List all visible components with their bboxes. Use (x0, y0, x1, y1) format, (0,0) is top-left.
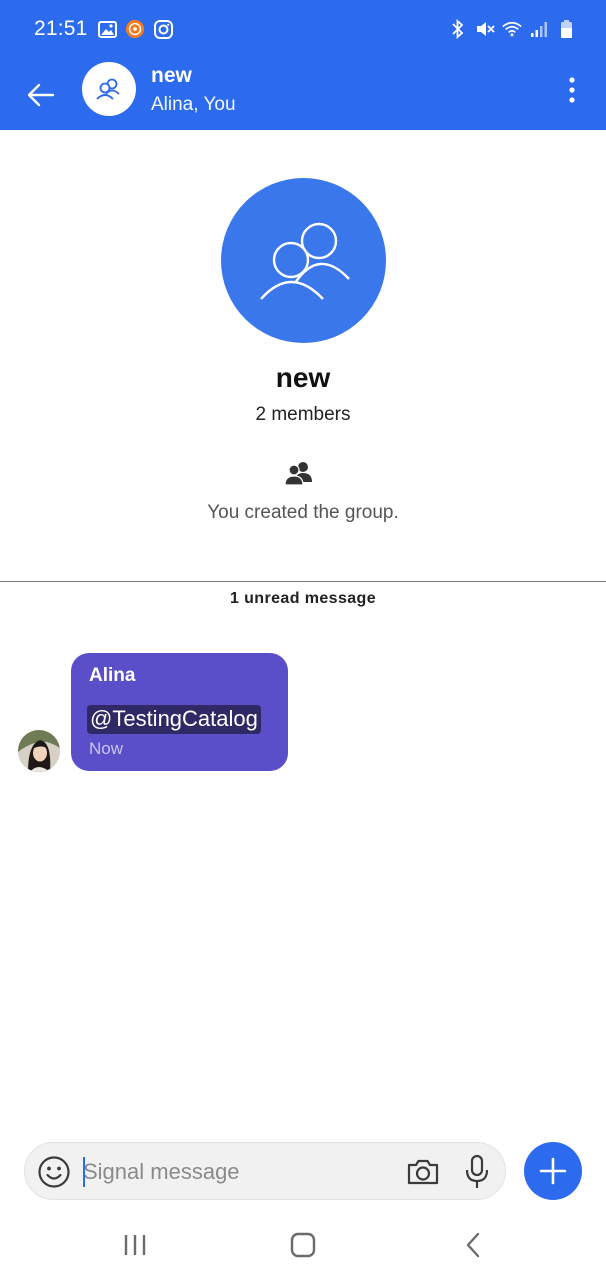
group-created-event: You created the group. (207, 502, 399, 523)
unread-divider-line (0, 581, 606, 582)
mi-app-icon (125, 18, 145, 40)
message-composer (24, 1142, 506, 1200)
wifi-icon (502, 18, 522, 40)
app-bar: new Alina, You (0, 60, 606, 130)
camera-button[interactable] (403, 1153, 443, 1191)
mic-icon (465, 1154, 489, 1188)
home-icon (290, 1232, 316, 1258)
home-button[interactable] (288, 1230, 318, 1260)
status-time: 21:51 (34, 17, 88, 40)
avatar[interactable] (18, 730, 60, 772)
instagram-icon (153, 18, 173, 40)
group-member-count: 2 members (255, 404, 351, 425)
conversation-title[interactable]: new (151, 64, 192, 88)
overflow-menu-button[interactable] (552, 70, 592, 110)
group-filled-icon (284, 460, 314, 486)
system-nav-bar (0, 1210, 606, 1280)
group-avatar-large (221, 178, 386, 343)
emoji-icon (38, 1156, 70, 1188)
back-button[interactable] (18, 72, 64, 118)
status-left-icons (97, 18, 173, 40)
recents-icon (124, 1235, 146, 1255)
message-timestamp: Now (89, 739, 124, 758)
battery-icon (556, 18, 576, 40)
message-mention[interactable]: @TestingCatalog (87, 705, 261, 734)
header-avatar[interactable] (82, 62, 136, 116)
status-bar: 21:51 (0, 0, 606, 60)
unread-divider-label: 1 unread message (229, 590, 377, 607)
camera-icon (407, 1159, 439, 1185)
message-input[interactable] (83, 1153, 383, 1191)
status-right-icons (448, 18, 576, 40)
back-icon (466, 1232, 480, 1258)
recents-button[interactable] (120, 1230, 150, 1260)
mute-icon (475, 18, 495, 40)
bluetooth-icon (448, 18, 468, 40)
more-vert-icon (569, 77, 575, 103)
emoji-button[interactable] (35, 1153, 73, 1191)
group-name: new (275, 362, 331, 393)
signal-icon (529, 18, 549, 40)
group-icon (259, 222, 350, 300)
gallery-icon (97, 18, 117, 40)
group-icon (96, 78, 120, 100)
plus-icon (539, 1157, 567, 1185)
conversation-subtitle[interactable]: Alina, You (151, 94, 236, 116)
attach-button[interactable] (524, 1142, 582, 1200)
voice-note-button[interactable] (459, 1152, 495, 1192)
system-back-button[interactable] (458, 1230, 488, 1260)
message-sender: Alina (89, 665, 136, 686)
message-bubble[interactable]: Alina @TestingCatalog Now (71, 653, 288, 771)
text-caret (83, 1157, 85, 1187)
arrow-left-icon (27, 83, 55, 107)
